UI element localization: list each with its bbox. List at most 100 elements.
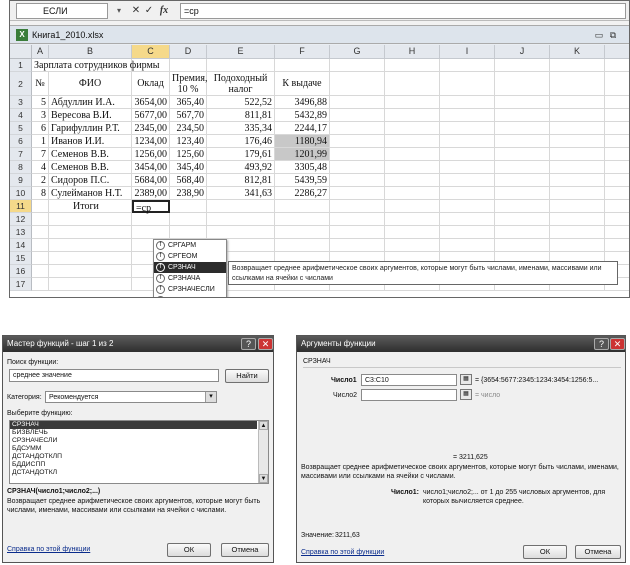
help-icon[interactable]: ?: [241, 338, 256, 350]
cell-F3[interactable]: 3496,88: [275, 96, 330, 109]
cell-C3[interactable]: 3654,00: [132, 96, 170, 109]
empty-cell[interactable]: [550, 148, 605, 161]
cell-A9[interactable]: 2: [32, 174, 49, 187]
cell-D7[interactable]: 125,60: [170, 148, 207, 161]
cell-A10[interactable]: 8: [32, 187, 49, 200]
column-header[interactable]: D: [170, 45, 207, 59]
insert-function-icon[interactable]: fx: [158, 4, 170, 18]
empty-cell[interactable]: [32, 252, 49, 265]
empty-cell[interactable]: [495, 213, 550, 226]
cell-B10[interactable]: Сулейманов Н.Т.: [49, 187, 132, 200]
empty-cell[interactable]: [32, 265, 49, 278]
empty-cell[interactable]: [330, 187, 385, 200]
close-icon[interactable]: ✕: [258, 338, 273, 350]
empty-cell[interactable]: [440, 72, 495, 96]
empty-cell[interactable]: [385, 174, 440, 187]
row-header[interactable]: 13: [10, 226, 32, 239]
empty-cell[interactable]: [495, 174, 550, 187]
empty-cell[interactable]: [49, 265, 132, 278]
column-header[interactable]: I: [440, 45, 495, 59]
empty-cell[interactable]: [605, 226, 629, 239]
empty-cell[interactable]: [32, 226, 49, 239]
help-link[interactable]: Справка по этой функции: [301, 548, 384, 557]
empty-cell[interactable]: [550, 239, 605, 252]
cancel-button[interactable]: Отмена: [221, 543, 269, 557]
empty-cell[interactable]: [495, 135, 550, 148]
empty-cell[interactable]: [207, 213, 275, 226]
cell-D5[interactable]: 234,50: [170, 122, 207, 135]
cancel-icon[interactable]: ✕: [130, 4, 142, 18]
scroll-down-icon[interactable]: ▼: [259, 474, 268, 483]
empty-cell[interactable]: [550, 213, 605, 226]
chevron-down-icon[interactable]: ▾: [205, 392, 216, 402]
minimize-icon[interactable]: ▭: [594, 29, 604, 41]
row-header[interactable]: 7: [10, 148, 32, 161]
empty-cell[interactable]: [495, 59, 550, 72]
cell-F9[interactable]: 5439,59: [275, 174, 330, 187]
empty-cell[interactable]: [605, 135, 629, 148]
autocomplete-item[interactable]: f СРЗНАЧЕСЛИ: [154, 284, 226, 295]
find-button[interactable]: Найти: [225, 369, 269, 383]
row-header[interactable]: 2: [10, 72, 32, 96]
empty-cell[interactable]: [385, 161, 440, 174]
cell-A8[interactable]: 4: [32, 161, 49, 174]
column-header[interactable]: J: [495, 45, 550, 59]
row-header[interactable]: 5: [10, 122, 32, 135]
empty-cell[interactable]: [440, 135, 495, 148]
collapse-dialog-icon[interactable]: ▦: [460, 374, 472, 385]
function-list-item[interactable]: СРЗНАЧ: [10, 421, 257, 429]
cell-D2[interactable]: Премия, 10 %: [170, 72, 207, 96]
cell-F2[interactable]: К выдаче: [275, 72, 330, 96]
restore-icon[interactable]: ⧉: [608, 29, 618, 41]
empty-cell[interactable]: [495, 109, 550, 122]
cell-A11[interactable]: [32, 200, 49, 213]
formula-input[interactable]: =ср: [180, 3, 626, 19]
function-list-item[interactable]: СРЗНАЧЕСЛИ: [10, 437, 257, 445]
empty-cell[interactable]: [605, 122, 629, 135]
cell-E6[interactable]: 176,46: [207, 135, 275, 148]
name-box-dropdown-icon[interactable]: ▾: [112, 4, 126, 18]
empty-cell[interactable]: [330, 174, 385, 187]
empty-cell[interactable]: [385, 109, 440, 122]
cell-A4[interactable]: 3: [32, 109, 49, 122]
empty-cell[interactable]: [330, 122, 385, 135]
empty-cell[interactable]: [550, 59, 605, 72]
cell-C2[interactable]: Оклад: [132, 72, 170, 96]
arg1-input[interactable]: C3:C10: [361, 374, 457, 386]
empty-cell[interactable]: [605, 59, 629, 72]
function-list-item[interactable]: ДСТАНДОТКЛ: [10, 469, 257, 477]
empty-cell[interactable]: [440, 122, 495, 135]
row-header[interactable]: 4: [10, 109, 32, 122]
cell-B3[interactable]: Абдуллин И.А.: [49, 96, 132, 109]
ok-button[interactable]: ОК: [523, 545, 567, 559]
empty-cell[interactable]: [49, 213, 132, 226]
empty-cell[interactable]: [132, 226, 170, 239]
empty-cell[interactable]: [385, 122, 440, 135]
cell-B9[interactable]: Сидоров П.С.: [49, 174, 132, 187]
autocomplete-list[interactable]: f СРГАРМ f СРГЕОМ f СРЗНАЧ f СРЗНАЧА f СРЗНАЧЕСЛИ…: [153, 239, 227, 297]
row-header[interactable]: 14: [10, 239, 32, 252]
empty-cell[interactable]: [330, 200, 385, 213]
cell-B4[interactable]: Вересова В.И.: [49, 109, 132, 122]
empty-cell[interactable]: [550, 72, 605, 96]
cell-D11[interactable]: [170, 200, 207, 213]
empty-cell[interactable]: [495, 148, 550, 161]
cell-F10[interactable]: 2286,27: [275, 187, 330, 200]
empty-cell[interactable]: [605, 96, 629, 109]
row-header[interactable]: 15: [10, 252, 32, 265]
row-header[interactable]: 9: [10, 174, 32, 187]
empty-cell[interactable]: [385, 96, 440, 109]
empty-cell[interactable]: [32, 278, 49, 291]
cell-D9[interactable]: 568,40: [170, 174, 207, 187]
empty-cell[interactable]: [275, 213, 330, 226]
row-header[interactable]: 11: [10, 200, 32, 213]
column-header[interactable]: C: [132, 45, 170, 59]
function-list[interactable]: СРЗНАЧ БИЗВЛЕЧЬ СРЗНАЧЕСЛИ БДСУММ ДСТАНДОТКЛ…: [9, 420, 269, 484]
cell-D6[interactable]: 123,40: [170, 135, 207, 148]
empty-cell[interactable]: [550, 122, 605, 135]
function-list-item[interactable]: БИЗВЛЕЧЬ: [10, 429, 257, 437]
column-header[interactable]: A: [32, 45, 49, 59]
cell-D1[interactable]: [170, 59, 207, 72]
cell-E9[interactable]: 812,81: [207, 174, 275, 187]
ok-button[interactable]: ОК: [167, 543, 211, 557]
